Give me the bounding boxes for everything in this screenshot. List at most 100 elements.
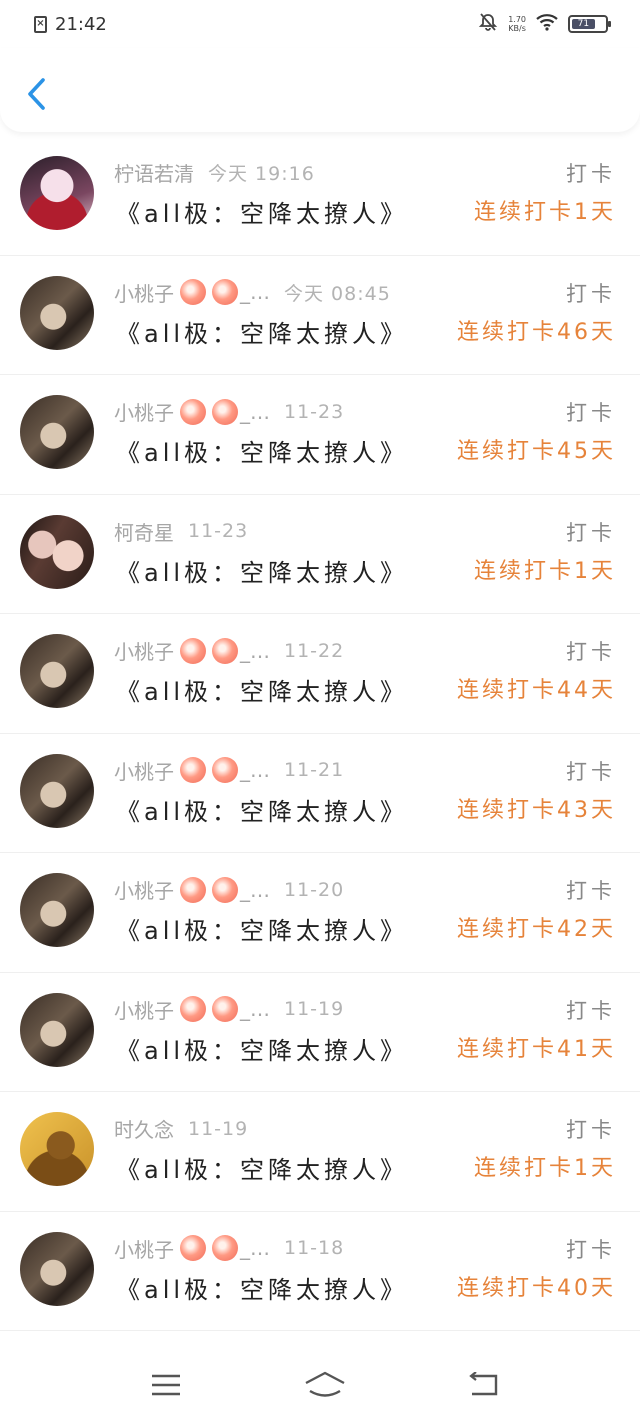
- name-truncation: _…: [240, 997, 270, 1021]
- name-line: 小桃子 _… 今天 08:45: [114, 278, 391, 307]
- name-truncation: _…: [240, 1236, 270, 1260]
- wifi-icon: [536, 13, 558, 35]
- peach-emoji-icon: [212, 637, 238, 664]
- avatar[interactable]: [20, 514, 94, 589]
- return-button[interactable]: [462, 1365, 506, 1405]
- list-item[interactable]: 小桃子 _… 11-19 《all极：空降太撩人》 打卡 连续打卡41天: [0, 973, 640, 1092]
- user-name-label: 小桃子: [114, 281, 174, 306]
- peach-emoji-icon: [180, 1235, 206, 1261]
- user-name[interactable]: 小桃子 _…: [114, 1234, 270, 1263]
- name-truncation: _…: [240, 758, 270, 782]
- back-button[interactable]: [18, 74, 54, 114]
- checkin-tag: 打卡: [566, 401, 616, 425]
- top-header: [0, 48, 640, 132]
- timestamp: 11-22: [284, 639, 345, 662]
- home-icon: [305, 1371, 345, 1397]
- name-line: 小桃子 _… 11-23: [114, 397, 344, 426]
- user-name[interactable]: 小桃子 _…: [114, 278, 270, 307]
- peach-emoji-icon: [212, 876, 238, 903]
- streak-count: 连续打卡43天: [457, 797, 616, 823]
- user-name-label: 小桃子: [114, 640, 174, 664]
- avatar[interactable]: [20, 156, 94, 230]
- timestamp: 11-21: [284, 759, 345, 781]
- timestamp: 11-19: [188, 1117, 249, 1140]
- name-line: 小桃子 _… 11-18: [114, 1234, 344, 1263]
- avatar[interactable]: [20, 753, 94, 828]
- avatar[interactable]: [20, 1231, 94, 1306]
- system-nav-bar: [0, 1348, 640, 1422]
- checkin-tag: 打卡: [566, 1237, 616, 1262]
- list-item[interactable]: 柠语若清 今天 19:16 《all极：空降太撩人》 打卡 连续打卡1天: [0, 136, 640, 256]
- user-name[interactable]: 小桃子 _…: [114, 995, 270, 1024]
- user-name[interactable]: 柠语若清: [114, 158, 194, 187]
- user-name-label: 小桃子: [114, 998, 174, 1023]
- list-item[interactable]: 小桃子 _… 11-18 《all极：空降太撩人》 打卡连续打卡40天: [0, 1212, 640, 1331]
- peach-emoji-icon: [180, 996, 206, 1022]
- battery-level: 71: [572, 19, 595, 29]
- book-title[interactable]: 《all极：空降太撩人》: [116, 792, 408, 827]
- book-title[interactable]: 《all极：空降太撩人》: [116, 911, 408, 946]
- avatar[interactable]: [20, 873, 94, 947]
- peach-emoji-icon: [212, 1235, 238, 1261]
- book-title[interactable]: 《all极：空降太撩人》: [116, 433, 408, 468]
- user-name-label: 时久念: [114, 1118, 174, 1142]
- checkin-tag: 打卡: [566, 281, 616, 306]
- user-name[interactable]: 小桃子 _…: [114, 875, 270, 904]
- avatar[interactable]: [20, 395, 94, 469]
- checkin-tag: 打卡: [566, 162, 616, 186]
- name-line: 小桃子 _… 11-21: [114, 756, 344, 785]
- list-item[interactable]: 小桃子 _… 今天 08:45 《all极：空降太撩人》 打卡 连续打卡46天: [0, 256, 640, 375]
- user-name-label: 柯奇星: [114, 520, 174, 545]
- status-left: × 21:42: [34, 14, 107, 35]
- list-item[interactable]: 小桃子 _… 11-22 《all极：空降太撩人》 打卡 连续打卡44天: [0, 614, 640, 734]
- peach-emoji-icon: [212, 996, 238, 1022]
- avatar[interactable]: [20, 275, 94, 350]
- peach-emoji-icon: [212, 279, 238, 305]
- avatar[interactable]: [20, 992, 94, 1067]
- checkin-tag: 打卡: [566, 520, 616, 545]
- list-item[interactable]: 柯奇星 11-23 《all极：空降太撩人》 打卡 连续打卡1天: [0, 495, 640, 614]
- status-time: 21:42: [55, 13, 107, 35]
- book-title[interactable]: 《all极：空降太撩人》: [116, 1150, 408, 1185]
- streak-count: 连续打卡45天: [457, 439, 616, 464]
- book-title[interactable]: 《all极：空降太撩人》: [116, 553, 408, 588]
- peach-emoji-icon: [180, 757, 206, 783]
- timestamp: 11-23: [284, 400, 345, 423]
- user-name[interactable]: 小桃子 _…: [114, 397, 270, 426]
- streak-count: 连续打卡1天: [474, 558, 616, 584]
- name-truncation: _…: [240, 399, 270, 424]
- mute-bell-icon: [478, 12, 498, 36]
- name-truncation: _…: [240, 638, 270, 663]
- user-name[interactable]: 时久念: [114, 1114, 174, 1143]
- avatar[interactable]: [20, 634, 94, 708]
- user-name[interactable]: 小桃子 _…: [114, 636, 270, 665]
- streak-count: 连续打卡40天: [457, 1275, 616, 1301]
- list-item[interactable]: 小桃子 _… 11-20 《all极：空降太撩人》 打卡 连续打卡42天: [0, 853, 640, 973]
- book-title[interactable]: 《all极：空降太撩人》: [116, 194, 408, 229]
- book-title[interactable]: 《all极：空降太撩人》: [116, 1270, 408, 1305]
- streak-count: 连续打卡42天: [457, 917, 616, 942]
- checkin-tag: 打卡: [566, 1118, 616, 1142]
- timestamp: 11-18: [284, 1237, 345, 1259]
- peach-emoji-icon: [212, 398, 238, 425]
- home-button[interactable]: [303, 1365, 347, 1405]
- user-name[interactable]: 小桃子 _…: [114, 756, 270, 785]
- avatar[interactable]: [20, 1112, 94, 1186]
- list-item[interactable]: 时久念 11-19 《all极：空降太撩人》 打卡 连续打卡1天: [0, 1092, 640, 1212]
- user-name-label: 柠语若清: [114, 162, 194, 186]
- book-title[interactable]: 《all极：空降太撩人》: [116, 672, 408, 707]
- menu-button[interactable]: [144, 1365, 188, 1405]
- streak-count: 连续打卡1天: [474, 200, 616, 225]
- battery-icon: 71: [568, 15, 611, 33]
- checkin-tag: 打卡: [566, 759, 616, 784]
- list-item[interactable]: 小桃子 _… 11-21 《all极：空降太撩人》 打卡连续打卡43天: [0, 734, 640, 853]
- book-title[interactable]: 《all极：空降太撩人》: [116, 1031, 408, 1066]
- book-title[interactable]: 《all极：空降太撩人》: [116, 314, 408, 349]
- user-name[interactable]: 柯奇星: [114, 517, 174, 546]
- list-item[interactable]: 小桃子 _… 11-23 《all极：空降太撩人》 打卡连续打卡45天: [0, 375, 640, 495]
- name-truncation: _…: [240, 280, 270, 304]
- user-name-label: 小桃子: [114, 759, 174, 784]
- checkin-list: 柠语若清 今天 19:16 《all极：空降太撩人》 打卡 连续打卡1天 小桃子 _… 今天 …: [0, 136, 640, 1331]
- name-line: 小桃子 _… 11-22: [114, 636, 344, 665]
- peach-emoji-icon: [180, 876, 206, 903]
